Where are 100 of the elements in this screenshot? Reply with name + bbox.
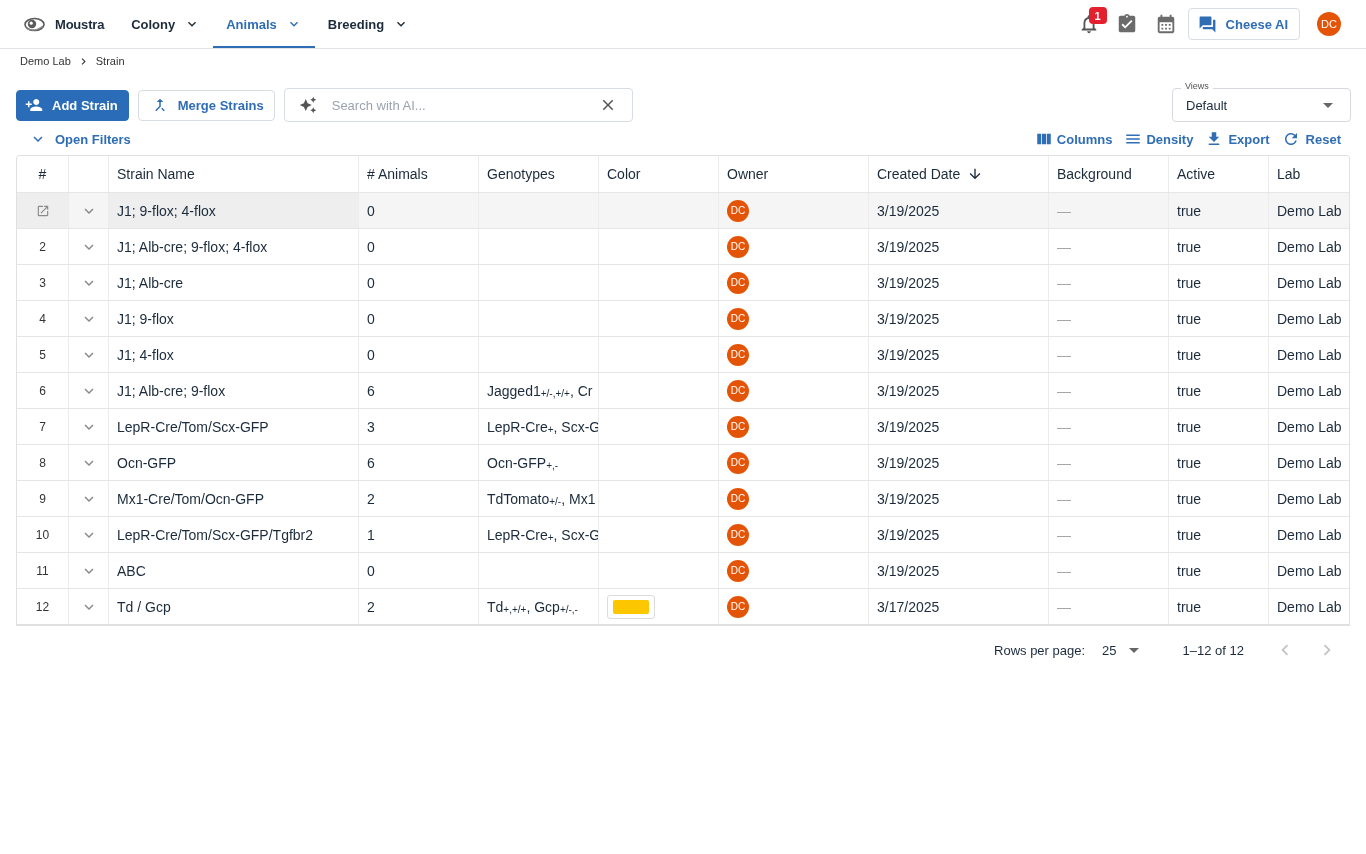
breadcrumb-link[interactable]: Strain <box>95 55 125 67</box>
column-header[interactable]: Color <box>607 166 641 182</box>
table-cell: J1; Alb-cre <box>117 274 184 291</box>
density-button[interactable]: Density <box>1124 130 1194 148</box>
owner-avatar: DC <box>727 487 749 510</box>
table-cell: J1; Alb-cre; 9-flox <box>117 382 226 399</box>
table-cell: 3/19/2025 <box>877 562 940 579</box>
table-cell: 3/19/2025 <box>877 454 940 471</box>
assistant-button[interactable]: Cheese AI <box>1187 8 1300 40</box>
logo-icon <box>24 16 45 32</box>
table-cell: — <box>1057 274 1071 291</box>
external-link-icon[interactable] <box>35 203 50 218</box>
owner-avatar: DC <box>727 343 749 366</box>
table-cell: 2 <box>367 490 375 507</box>
owner-avatar: DC <box>727 451 749 474</box>
column-header[interactable]: Created Date <box>877 166 984 182</box>
table-cell: — <box>1057 382 1071 399</box>
column-header[interactable]: Owner <box>727 166 769 182</box>
table-cell: true <box>1177 310 1202 327</box>
table-cell: — <box>1057 526 1071 543</box>
table-cell: 3/19/2025 <box>877 238 940 255</box>
table-cell: Demo Lab <box>1277 490 1342 507</box>
row-number: 5 <box>39 347 46 362</box>
table-cell: J1; 9-flox <box>117 310 174 327</box>
nav-tab[interactable]: Animals <box>213 0 315 48</box>
table-cell: — <box>1057 418 1071 435</box>
table-cell: Ocn-GFP <box>117 454 177 471</box>
user-avatar[interactable]: DC <box>1317 12 1341 36</box>
open-filters-button[interactable]: Open Filters <box>29 130 131 148</box>
table-cell: 3/19/2025 <box>877 526 940 543</box>
table-cell: 0 <box>367 310 375 327</box>
table-cell: — <box>1057 562 1071 579</box>
table-cell: LepR-Cre/Tom/Scx-GFP/Tgfbr2 <box>117 526 314 543</box>
table-cell: Demo Lab <box>1277 274 1342 291</box>
column-header[interactable]: Strain Name <box>117 166 195 182</box>
views-label: Views <box>1181 81 1213 92</box>
table-cell: — <box>1057 454 1071 471</box>
column-header[interactable]: Active <box>1177 166 1216 182</box>
table-cell: 0 <box>367 202 375 219</box>
row-number: 8 <box>39 455 46 470</box>
row-number: 11 <box>36 563 49 578</box>
table-cell: Demo Lab <box>1277 382 1342 399</box>
table-cell: true <box>1177 490 1202 507</box>
app-name: Moustra <box>55 16 105 32</box>
table-cell: true <box>1177 238 1202 255</box>
dropdown-caret-icon <box>1128 647 1139 653</box>
column-header[interactable]: Lab <box>1277 166 1301 182</box>
breadcrumb-link[interactable]: Demo Lab <box>20 55 71 67</box>
table-cell: Demo Lab <box>1277 238 1342 255</box>
table-cell: 6 <box>367 454 375 471</box>
table-cell: Demo Lab <box>1277 202 1342 219</box>
notification-badge: 1 <box>1088 7 1107 24</box>
row-number: 2 <box>39 239 46 254</box>
add-strain-button[interactable]: Add Strain <box>16 89 129 121</box>
person-add-icon <box>25 96 43 114</box>
nav-tab[interactable]: Colony <box>118 0 214 48</box>
row-number: 6 <box>39 383 46 398</box>
table-cell: true <box>1177 382 1202 399</box>
table-cell: 3 <box>367 418 375 435</box>
table-cell: Demo Lab <box>1277 310 1342 327</box>
table-cell: J1; Alb-cre; 9-flox; 4-flox <box>117 238 268 255</box>
search-field[interactable]: Search with AI... <box>283 88 633 122</box>
table-cell: 0 <box>367 238 375 255</box>
table-cell: Demo Lab <box>1277 526 1342 543</box>
column-header: # <box>38 166 47 182</box>
table-cell: Demo Lab <box>1277 418 1342 435</box>
table-cell: true <box>1177 418 1202 435</box>
table-cell: TdTomato$_{+/-}$, Mx1 <box>487 490 596 507</box>
table-cell: 0 <box>367 346 375 363</box>
table-cell: 6 <box>367 382 375 399</box>
table-cell: true <box>1177 346 1202 363</box>
column-header[interactable]: Genotypes <box>487 166 555 182</box>
export-button[interactable]: Export <box>1205 130 1270 148</box>
columns-button[interactable]: Columns <box>1034 130 1113 148</box>
table-cell: 3/17/2025 <box>877 598 940 615</box>
reset-button[interactable]: Reset <box>1281 130 1341 148</box>
table-cell: 3/19/2025 <box>877 490 940 507</box>
table-cell: true <box>1177 562 1202 579</box>
rows-per-page-select[interactable]: 25 <box>1101 642 1143 658</box>
table-cell: — <box>1057 346 1071 363</box>
table-cell: J1; 9-flox; 4-flox <box>117 202 216 219</box>
table-cell: Demo Lab <box>1277 598 1342 615</box>
table-cell: 0 <box>367 562 375 579</box>
table-cell: J1; 4-flox <box>117 346 174 363</box>
table-cell: — <box>1057 238 1071 255</box>
row-number: 10 <box>35 527 50 542</box>
dropdown-caret-icon <box>1323 102 1333 108</box>
chat-bubbles-icon <box>1197 14 1217 34</box>
column-header[interactable]: Background <box>1057 166 1132 182</box>
owner-avatar: DC <box>727 523 749 546</box>
nav-tab[interactable]: Breeding <box>314 0 423 48</box>
owner-avatar: DC <box>727 199 749 222</box>
row-number: 12 <box>35 599 50 614</box>
merge-strains-button[interactable]: Merge Strains <box>137 89 275 121</box>
table-cell: true <box>1177 274 1202 291</box>
table-cell: true <box>1177 454 1202 471</box>
row-number: 4 <box>39 311 46 326</box>
column-header[interactable]: # Animals <box>367 166 428 182</box>
sparkle-icon <box>298 96 317 114</box>
table-cell: Demo Lab <box>1277 454 1342 471</box>
